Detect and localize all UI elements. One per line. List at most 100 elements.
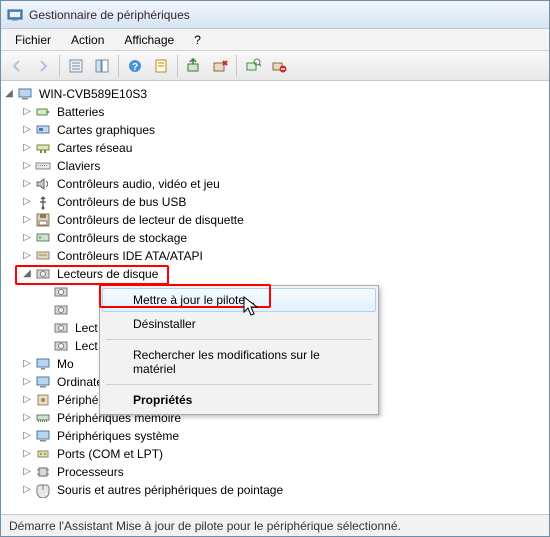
tree-item-label: Batteries (55, 104, 106, 120)
disk-icon (53, 284, 69, 300)
tree-item[interactable]: ▷ Contrôleurs IDE ATA/ATAPI (3, 247, 547, 265)
collapse-icon[interactable]: ◢ (3, 88, 15, 100)
disable-button[interactable] (267, 54, 291, 78)
menu-bar: Fichier Action Affichage ? (1, 29, 549, 51)
device-manager-window: Gestionnaire de périphériques Fichier Ac… (0, 0, 550, 537)
tree-item[interactable]: ▷ Contrôleurs de bus USB (3, 193, 547, 211)
device-tree[interactable]: ◢ WIN-CVB589E10S3 ▷ Batteries ▷Cartes gra… (1, 81, 549, 514)
ide-controller-icon (35, 248, 51, 264)
floppy-controller-icon (35, 212, 51, 228)
tree-item-disk-drives[interactable]: ◢ Lecteurs de disque (3, 265, 547, 283)
window-title: Gestionnaire de périphériques (29, 8, 190, 22)
tree-item[interactable]: ▷Cartes graphiques (3, 121, 547, 139)
context-menu-separator (106, 339, 372, 340)
computer-icon (17, 86, 33, 102)
scan-hardware-button[interactable] (241, 54, 265, 78)
collapse-icon[interactable]: ◢ (21, 268, 33, 280)
keyboard-icon (35, 158, 51, 174)
expand-icon[interactable]: ▷ (21, 376, 33, 388)
expand-icon[interactable]: ▷ (21, 124, 33, 136)
context-menu-scan-hardware[interactable]: Rechercher les modifications sur le maté… (102, 343, 376, 381)
tree-item-label: Lecteurs de disque (55, 266, 160, 282)
usb-icon (35, 194, 51, 210)
show-hide-button[interactable] (90, 54, 114, 78)
context-menu-properties[interactable]: Propriétés (102, 388, 376, 412)
toolbar-separator (118, 55, 119, 77)
tree-item-label: Ports (COM et LPT) (55, 446, 165, 462)
tree-item[interactable]: ▷ Ports (COM et LPT) (3, 445, 547, 463)
computer-icon (35, 374, 51, 390)
expand-icon[interactable]: ▷ (21, 160, 33, 172)
toolbar-separator (236, 55, 237, 77)
expand-icon[interactable]: ▷ (21, 430, 33, 442)
network-adapter-icon (35, 140, 51, 156)
tree-item[interactable]: ▷Contrôleurs de lecteur de disquette (3, 211, 547, 229)
battery-icon (35, 104, 51, 120)
uninstall-button[interactable] (208, 54, 232, 78)
tree-item-label: Cartes réseau (55, 140, 134, 156)
expand-icon[interactable]: ▷ (21, 250, 33, 262)
expand-icon[interactable]: ▷ (21, 448, 33, 460)
update-driver-button[interactable] (182, 54, 206, 78)
expand-icon[interactable]: ▷ (21, 466, 33, 478)
tree-item-label: Contrôleurs de bus USB (55, 194, 188, 210)
tree-item-label: Lect (73, 320, 100, 336)
expand-icon[interactable]: ▷ (21, 232, 33, 244)
forward-button[interactable] (31, 54, 55, 78)
status-bar: Démarre l'Assistant Mise à jour de pilot… (1, 514, 549, 536)
monitor-icon (35, 356, 51, 372)
expand-icon[interactable]: ▷ (21, 142, 33, 154)
tree-item-label: Mo (55, 356, 76, 372)
expand-icon[interactable]: ▷ (21, 394, 33, 406)
toolbar: ? (1, 51, 549, 81)
menu-view[interactable]: Affichage (114, 31, 184, 49)
tree-item[interactable]: ▷Processeurs (3, 463, 547, 481)
tree-root-label: WIN-CVB589E10S3 (37, 86, 149, 102)
tree-root[interactable]: ◢ WIN-CVB589E10S3 (3, 85, 547, 103)
toolbar-separator (59, 55, 60, 77)
app-icon (7, 7, 23, 23)
tree-item[interactable]: ▷ Batteries (3, 103, 547, 121)
context-menu-update-driver[interactable]: Mettre à jour le pilote... (102, 288, 376, 312)
menu-file[interactable]: Fichier (5, 31, 61, 49)
tree-item-label: Périphériques système (55, 428, 181, 444)
tree-item[interactable]: ▷ Souris et autres périphériques de point… (3, 481, 547, 499)
cpu-icon (35, 464, 51, 480)
mouse-icon (35, 482, 51, 498)
expand-icon[interactable]: ▷ (21, 412, 33, 424)
tree-item-label: Claviers (55, 158, 102, 174)
status-text: Démarre l'Assistant Mise à jour de pilot… (9, 519, 401, 533)
details-button[interactable] (64, 54, 88, 78)
menu-action[interactable]: Action (61, 31, 114, 49)
expand-icon[interactable]: ▷ (21, 484, 33, 496)
expand-icon[interactable]: ▷ (21, 214, 33, 226)
expand-icon[interactable]: ▷ (21, 106, 33, 118)
tree-item-label: Contrôleurs de stockage (55, 230, 189, 246)
menu-help[interactable]: ? (184, 31, 211, 49)
help-button[interactable]: ? (123, 54, 147, 78)
tree-item[interactable]: ▷Contrôleurs audio, vidéo et jeu (3, 175, 547, 193)
context-menu: Mettre à jour le pilote... Désinstaller … (99, 285, 379, 415)
svg-text:?: ? (132, 62, 138, 73)
tree-item[interactable]: ▷ Cartes réseau (3, 139, 547, 157)
context-menu-separator (106, 384, 372, 385)
toolbar-separator (177, 55, 178, 77)
expand-icon[interactable]: ▷ (21, 196, 33, 208)
tree-item[interactable]: ▷ Claviers (3, 157, 547, 175)
disk-icon (53, 320, 69, 336)
disk-icon (53, 338, 69, 354)
hid-icon (35, 392, 51, 408)
tree-item-label: Contrôleurs IDE ATA/ATAPI (55, 248, 205, 264)
back-button[interactable] (5, 54, 29, 78)
tree-item-label: Lect (73, 338, 100, 354)
expand-icon[interactable]: ▷ (21, 178, 33, 190)
disk-drive-icon (35, 266, 51, 282)
context-menu-uninstall[interactable]: Désinstaller (102, 312, 376, 336)
tree-item[interactable]: ▷ Contrôleurs de stockage (3, 229, 547, 247)
tree-item-label: Souris et autres périphériques de pointa… (55, 482, 285, 498)
sound-icon (35, 176, 51, 192)
properties-button[interactable] (149, 54, 173, 78)
tree-item-label (73, 291, 77, 293)
tree-item[interactable]: ▷ Périphériques système (3, 427, 547, 445)
expand-icon[interactable]: ▷ (21, 358, 33, 370)
